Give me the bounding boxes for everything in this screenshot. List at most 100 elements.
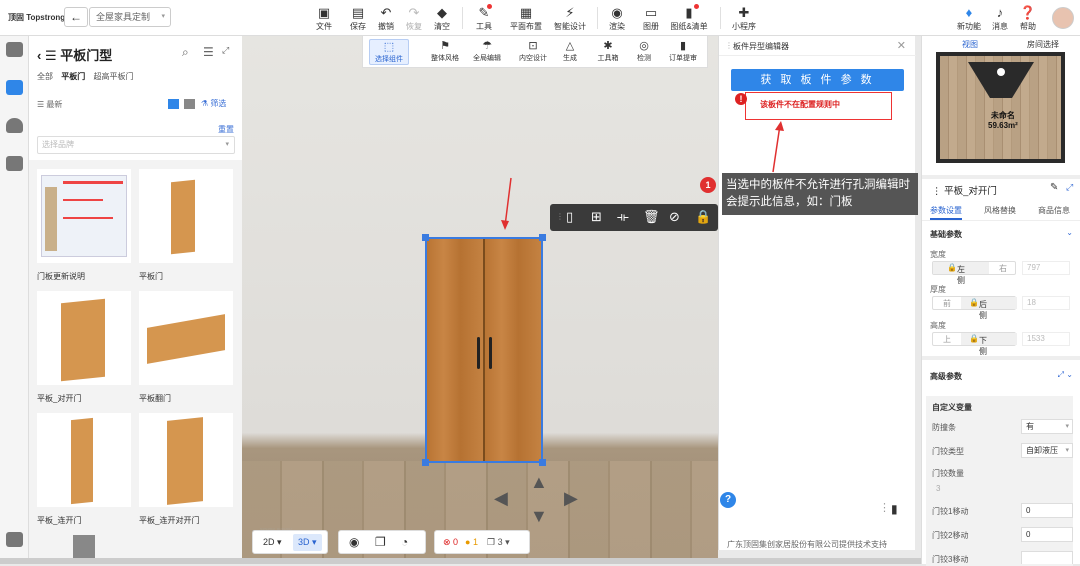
hide-icon[interactable]: ⊘	[669, 209, 680, 225]
status-counters[interactable]: ⊗ 0 ● 1 ❐ 3 ▾	[434, 530, 530, 554]
height-anchor-toggle[interactable]: 上 🔒 下侧	[932, 332, 1017, 356]
expand-icon[interactable]: ⤢	[1066, 182, 1073, 193]
global-edit-button[interactable]: ☂ 全局编辑	[467, 39, 507, 63]
height-value[interactable]: 1533	[1022, 332, 1070, 346]
layers-icon[interactable]: ❐	[375, 535, 386, 549]
product-library-icon[interactable]	[6, 42, 23, 57]
mode-3d-button[interactable]: 3D ▾	[293, 534, 322, 551]
list-view-icon[interactable]	[184, 99, 195, 109]
select-component-button[interactable]: ⬚ 选择组件	[369, 39, 409, 65]
hinge2-offset-input[interactable]: 0	[1021, 527, 1073, 542]
hinge1-offset-input[interactable]: 0	[1021, 503, 1073, 518]
design-canvas[interactable]: ⬚ 选择组件 ⚑ 整体风格 ☂ 全局编辑 ⊡ 内空设计 △ 生成 ✱ 工具箱 ◎ 检测 ▮ 订单…	[242, 36, 718, 558]
drag-handle-icon[interactable]: ⋮	[879, 501, 890, 514]
toolbar-render-button[interactable]: ◉ 渲染	[600, 4, 634, 32]
toolbar-clear-button[interactable]: ◆ 清空	[425, 4, 459, 32]
toolbar-tools-button[interactable]: ✎ 工具	[467, 4, 501, 32]
replace-icon[interactable]: ▯	[566, 209, 573, 225]
crown-icon[interactable]	[6, 80, 23, 95]
toolbar-drawings-button[interactable]: ▮ 图纸&清单	[668, 4, 710, 32]
room-minimap[interactable]: 未命名 59.63m²	[936, 52, 1065, 163]
tab-product-info[interactable]: 商品信息	[1038, 205, 1070, 216]
detect-button[interactable]: ◎ 检测	[627, 39, 661, 63]
edit-icon[interactable]: ✎	[1050, 182, 1058, 193]
close-icon[interactable]: ✕	[897, 39, 906, 52]
tab-parameters[interactable]: 参数设置	[930, 205, 962, 220]
toolbar-divider	[597, 7, 598, 29]
sort-latest[interactable]: ☰ 最新	[37, 99, 62, 110]
arrow-up-icon[interactable]: ▲	[530, 472, 548, 493]
depth-value[interactable]: 18	[1022, 296, 1070, 310]
copy-icon[interactable]: ⊞	[591, 209, 602, 225]
back-button[interactable]: ←	[64, 7, 88, 27]
toolbar-smart-design-button[interactable]: ⚡ 智能设计	[550, 4, 590, 32]
mirror-icon[interactable]: ⟛	[617, 209, 629, 225]
list-icon[interactable]	[6, 532, 23, 547]
inner-design-button[interactable]: ⊡ 内空设计	[513, 39, 553, 63]
tab-tall-flat-door[interactable]: 超高平板门	[93, 72, 133, 81]
help-float-button[interactable]: ?	[720, 492, 736, 508]
toolbar-layout-button[interactable]: ▦ 平面布置	[506, 4, 546, 32]
advanced-params-header[interactable]: 高级参数 ⤢ ⌄	[922, 366, 1080, 388]
catalog-item[interactable]: 平板翻门	[139, 291, 233, 404]
eye-icon[interactable]: ◉	[349, 535, 359, 549]
delete-icon[interactable]: 🗑	[643, 209, 660, 225]
tab-view[interactable]: 视图	[962, 39, 978, 50]
arrow-left-icon[interactable]: ◀	[494, 488, 508, 509]
arrow-down-icon[interactable]: ▼	[530, 506, 548, 527]
toolbox-button[interactable]: ✱ 工具箱	[591, 39, 625, 63]
drag-handle-icon[interactable]: ⋮	[556, 212, 564, 221]
search-icon[interactable]: ⌕	[182, 45, 189, 60]
catalog-item[interactable]: 平板_连开对开门	[139, 413, 233, 526]
tab-room-select[interactable]: 房间选择	[1027, 39, 1059, 50]
style-button[interactable]: ⚑ 整体风格	[425, 39, 465, 63]
bumper-select[interactable]: 有 ▾	[1021, 419, 1073, 434]
help-button[interactable]: ❓ 帮助	[1011, 4, 1045, 32]
resize-handle[interactable]	[539, 459, 546, 466]
hinge3-offset-input[interactable]	[1021, 551, 1073, 564]
filter-button[interactable]: ⚗ 筛选	[201, 98, 226, 109]
resize-handle[interactable]	[422, 234, 429, 241]
resize-handle[interactable]	[539, 234, 546, 241]
brand-select[interactable]: 选择品牌 ▾	[37, 136, 235, 154]
catalog-item[interactable]: 门板更新说明	[37, 169, 131, 282]
custom-vars-title: 自定义变量	[932, 403, 972, 412]
resize-handle[interactable]	[422, 459, 429, 466]
grid-view-icon[interactable]	[168, 99, 179, 109]
tab-flat-door[interactable]: 平板门	[61, 72, 85, 81]
order-button[interactable]: ▮ 订单提审	[663, 39, 703, 63]
arrow-right-icon[interactable]: ▶	[564, 488, 578, 509]
tab-style-replace[interactable]: 风格替换	[984, 205, 1016, 216]
scheme-select[interactable]: 全屋家具定制 ▾	[89, 7, 171, 27]
toolbar-file-button[interactable]: ▣ 文件	[307, 4, 341, 32]
lock-icon[interactable]: 🔒	[695, 209, 711, 225]
toolbar-miniapp-button[interactable]: ✚ 小程序	[727, 4, 761, 32]
catalog-item[interactable]: 平板_连开门	[37, 413, 131, 526]
gauge-icon[interactable]: ◔	[401, 535, 408, 549]
storage-icon[interactable]	[6, 156, 23, 171]
tab-all[interactable]: 全部	[37, 72, 53, 81]
hinge-type-select[interactable]: 自卸液压 ▾	[1021, 443, 1073, 458]
drag-handle-icon[interactable]: ⋮	[725, 41, 733, 50]
generate-button[interactable]: △ 生成	[553, 39, 587, 63]
user-icon[interactable]	[6, 118, 23, 133]
catalog-item[interactable]: 平板_对开门	[37, 291, 131, 404]
width-anchor-toggle[interactable]: 🔒 左侧 右	[932, 261, 1016, 285]
depth-anchor-toggle[interactable]: 前 🔒 后侧	[932, 296, 1017, 320]
clipboard-icon[interactable]: ▮	[891, 502, 898, 516]
catalog-item[interactable]: 平板门	[139, 169, 233, 282]
reset-button[interactable]: 重置	[218, 124, 234, 135]
chevron-down-icon: ⌄	[1066, 228, 1073, 237]
get-panel-params-button[interactable]: 获 取 板 件 参 数	[731, 69, 904, 91]
toolbar-album-button[interactable]: ▭ 图册	[634, 4, 668, 32]
hinge-count-value[interactable]: 3	[936, 484, 940, 493]
basic-params-header[interactable]: 基础参数 ⌄	[922, 224, 1080, 246]
expand-icon[interactable]: ⤢	[222, 45, 229, 56]
layer-counter: ❐ 3 ▾	[487, 537, 510, 547]
width-value[interactable]: 797	[1022, 261, 1070, 275]
filter-list-icon[interactable]: ☰	[203, 45, 214, 59]
avatar[interactable]	[1052, 7, 1074, 29]
room-outline	[968, 62, 1034, 98]
new-feature-button[interactable]: ♦ 新功能	[952, 4, 986, 32]
mode-2d-button[interactable]: 2D ▾	[263, 537, 282, 548]
